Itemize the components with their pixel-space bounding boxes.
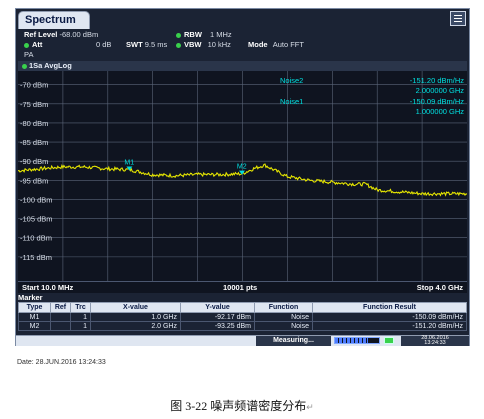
noise-readout-value: -151.20 dBm/Hz — [410, 76, 464, 85]
pa-label: PA — [24, 50, 34, 59]
marker-m1-label: M1 — [124, 159, 134, 166]
y-tick-label: -70 dBm — [20, 81, 48, 90]
y-tick-label: -80 dBm — [20, 119, 48, 128]
marker-table-title: Marker — [18, 293, 43, 302]
status-bar: Measuring... 28.06.2016 13:24:33 — [16, 335, 469, 346]
trace-label: 1Sa AvgLog — [29, 61, 72, 70]
vbw-setting: VBW 10 kHz — [176, 40, 231, 49]
y-tick-label: -115 dBm — [20, 253, 52, 262]
y-tick-label: -75 dBm — [20, 100, 48, 109]
ref-level-setting: Ref Level -68.00 dBm — [24, 30, 98, 39]
ref-level-value: -68.00 dBm — [59, 30, 99, 39]
sweep-points: 10001 pts — [223, 283, 258, 292]
marker-table-header: Function — [254, 302, 313, 313]
marker-table-header: Function Result — [312, 302, 467, 313]
tab-spectrum[interactable]: Spectrum — [18, 11, 90, 29]
marker-table-cell: -151.20 dBm/Hz — [312, 321, 467, 331]
vbw-value: 10 kHz — [207, 40, 231, 49]
marker-table: Type Ref Trc X-value Y-value Function Function… — [18, 302, 467, 331]
tab-label: Spectrum — [25, 14, 76, 26]
trace-indicator-icon — [22, 63, 27, 69]
noise-readout-frequency: 1.000000 GHz — [416, 107, 465, 116]
trace-label-strip: 1Sa AvgLog — [18, 61, 467, 71]
mode-setting: Mode Auto FFT — [248, 40, 304, 49]
sweep-progress-fill — [335, 338, 368, 343]
y-tick-label: -100 dBm — [20, 195, 53, 204]
noise-readout-name: Noise1 — [280, 97, 303, 106]
marker-table-cell: Noise — [254, 321, 313, 331]
marker-table-cell: M1 — [18, 312, 51, 322]
marker-table-header: Ref — [50, 302, 71, 313]
figure-caption-text: 图 3-22 噪声频谱密度分布 — [170, 399, 307, 413]
swt-label: SWT — [126, 40, 143, 49]
marker-table-cell — [50, 312, 71, 322]
marker-table-row: M2 1 2.0 GHz -93.25 dBm Noise -151.20 dBm/Hz — [18, 321, 467, 331]
figure-caption: 图 3-22 噪声频谱密度分布↵ — [0, 397, 484, 414]
status-time: 13:24:33 — [424, 340, 446, 346]
rbw-setting: RBW 1 MHz — [176, 30, 232, 39]
vbw-label: VBW — [184, 40, 202, 49]
mode-value: Auto FFT — [272, 40, 304, 49]
marker-table-cell: Noise — [254, 312, 313, 322]
marker-table-header: Y-value — [180, 302, 255, 313]
att-label: Att — [32, 40, 43, 49]
reference-icon — [384, 337, 394, 344]
mode-label: Mode — [248, 40, 268, 49]
y-tick-label: -110 dBm — [20, 234, 52, 243]
rbw-label: RBW — [184, 30, 202, 39]
marker-table-cell: 1 — [70, 321, 91, 331]
marker-table-cell: M2 — [18, 321, 51, 331]
noise-readout-frequency: 2.000000 GHz — [416, 86, 465, 95]
stop-frequency: Stop 4.0 GHz — [416, 283, 463, 292]
marker-table-cell: -150.09 dBm/Hz — [312, 312, 467, 322]
att-indicator-icon — [24, 42, 29, 48]
spectrum-analyzer-screen: Spectrum Ref Level -68.00 dBm Att 0 dB P… — [15, 8, 470, 346]
marker-table-cell: -93.25 dBm — [180, 321, 255, 331]
spectrum-plot: -70 dBm -75 dBm -80 dBm -85 dBm -90 dBm -95 d… — [18, 71, 467, 281]
marker-table-header: X-value — [90, 302, 181, 313]
rbw-indicator-icon — [176, 32, 181, 38]
y-tick-label: -105 dBm — [20, 215, 53, 224]
return-mark-icon: ↵ — [306, 402, 314, 412]
marker-m2-label: M2 — [237, 164, 247, 171]
swt-value: 9.5 ms — [144, 40, 168, 49]
frequency-axis-info: Start 10.0 MHz 10001 pts Stop 4.0 GHz — [18, 281, 467, 293]
marker-table-cell: 1 — [70, 312, 91, 322]
y-tick-label: -85 dBm — [20, 138, 48, 147]
marker-table-cell: 2.0 GHz — [90, 321, 181, 331]
att-value: 0 dB — [96, 40, 112, 49]
rbw-value: 1 MHz — [210, 30, 232, 39]
sweep-progress-bar — [334, 337, 380, 344]
capture-date: Date: 28.JUN.2016 13:24:33 — [17, 359, 106, 366]
marker-table-cell — [50, 321, 71, 331]
y-tick-label: -90 dBm — [20, 157, 48, 166]
noise-readout-value: -150.09 dBm/Hz — [410, 97, 464, 106]
start-frequency: Start 10.0 MHz — [22, 283, 74, 292]
att-setting: Att — [24, 40, 42, 49]
status-datetime: 28.06.2016 13:24:33 — [401, 335, 469, 346]
swt-setting: SWT 9.5 ms — [126, 40, 167, 49]
marker-table-header: Type — [18, 302, 51, 313]
marker-table-row: M1 1 1.0 GHz -92.17 dBm Noise -150.09 dBm/Hz — [18, 312, 467, 322]
vbw-indicator-icon — [176, 42, 181, 48]
hamburger-menu-icon[interactable] — [450, 11, 466, 26]
status-bar-blank — [16, 336, 256, 346]
marker-table-cell: 1.0 GHz — [90, 312, 181, 322]
marker-table-header: Trc — [70, 302, 91, 313]
ref-level-label: Ref Level — [24, 30, 58, 39]
noise-readout-name: Noise2 — [280, 76, 303, 85]
y-tick-label: -95 dBm — [20, 176, 48, 185]
measuring-status: Measuring... — [256, 336, 331, 346]
marker-table-cell: -92.17 dBm — [180, 312, 255, 322]
